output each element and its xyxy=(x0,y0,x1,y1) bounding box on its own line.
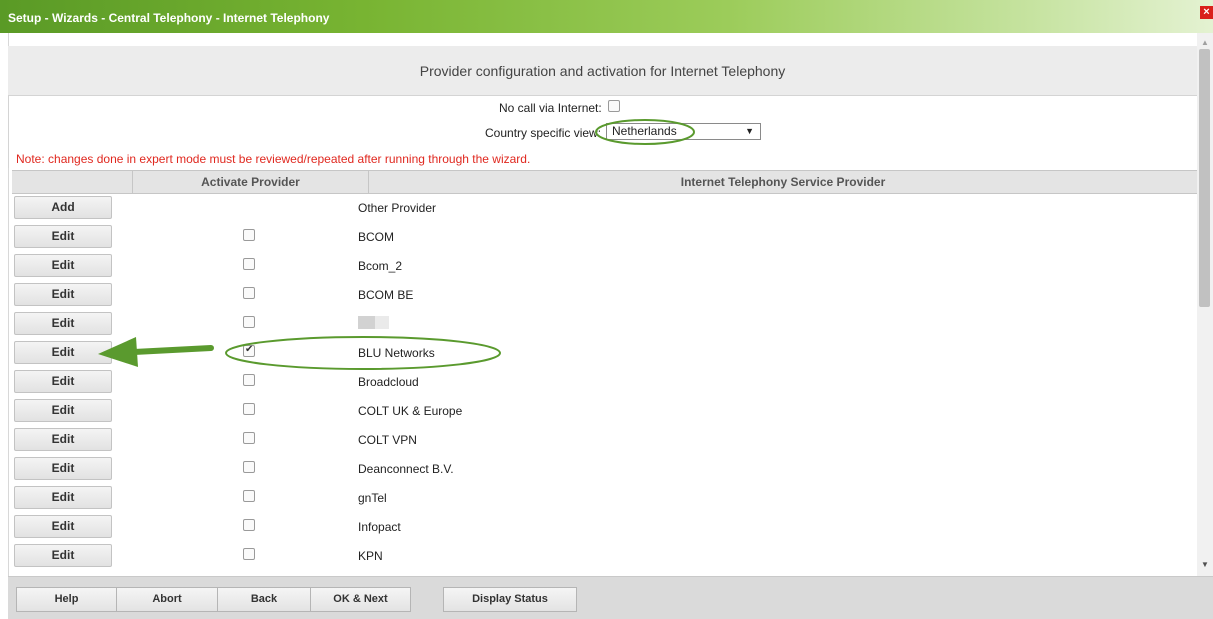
activate-provider-checkbox[interactable] xyxy=(243,403,255,415)
activate-provider-checkbox[interactable] xyxy=(243,316,255,328)
expert-mode-note: Note: changes done in expert mode must b… xyxy=(16,152,531,166)
provider-name: gnTel xyxy=(358,491,387,505)
provider-name: BCOM xyxy=(358,230,394,244)
table-row: Edit Broadcloud xyxy=(12,368,1197,397)
provider-name: COLT UK & Europe xyxy=(358,404,463,418)
country-select[interactable]: Netherlands ▼ xyxy=(606,123,761,140)
provider-name: COLT VPN xyxy=(358,433,417,447)
table-row: Add Other Provider xyxy=(12,194,1197,223)
abort-button[interactable]: Abort xyxy=(116,587,218,612)
provider-name: Other Provider xyxy=(358,201,437,215)
edit-provider-button[interactable]: Edit xyxy=(14,283,112,306)
header-activate-provider: Activate Provider xyxy=(132,171,368,193)
edit-provider-button[interactable]: Edit xyxy=(14,399,112,422)
footer-toolbar: Help Abort Back OK & Next Display Status xyxy=(8,576,1213,619)
provider-name: Bcom_2 xyxy=(358,259,403,273)
provider-name: BCOM BE xyxy=(358,288,414,302)
vertical-scrollbar[interactable]: ▲ ▼ xyxy=(1197,33,1213,576)
activate-provider-checkbox[interactable] xyxy=(243,287,255,299)
activate-provider-checkbox[interactable] xyxy=(243,548,255,560)
table-row: Edit BLU Networks xyxy=(12,339,1197,368)
header-service-provider: Internet Telephony Service Provider xyxy=(368,171,1197,193)
table-row: Edit Bcom_2 xyxy=(12,252,1197,281)
help-button[interactable]: Help xyxy=(16,587,117,612)
edit-provider-button[interactable]: Edit xyxy=(14,312,112,335)
close-icon[interactable]: × xyxy=(1200,6,1213,19)
activate-provider-checkbox[interactable] xyxy=(243,229,255,241)
activate-provider-checkbox[interactable] xyxy=(243,344,255,357)
window-title: Setup - Wizards - Central Telephony - In… xyxy=(8,11,330,25)
activate-provider-checkbox[interactable] xyxy=(243,258,255,270)
heading-band: Provider configuration and activation fo… xyxy=(8,46,1197,96)
table-row: Edit BCOM xyxy=(12,223,1197,252)
activate-provider-checkbox[interactable] xyxy=(243,432,255,444)
provider-name: Infopact xyxy=(358,520,401,534)
table-row: Edit Deanconnect B.V. xyxy=(12,455,1197,484)
title-bar: Setup - Wizards - Central Telephony - In… xyxy=(0,0,1213,33)
table-row: Edit Infopact xyxy=(12,513,1197,542)
chevron-down-icon: ▼ xyxy=(745,126,754,136)
activate-provider-checkbox[interactable] xyxy=(243,519,255,531)
edit-provider-button[interactable]: Edit xyxy=(14,544,112,567)
provider-name: KPN xyxy=(358,549,383,563)
activate-provider-checkbox[interactable] xyxy=(243,374,255,386)
table-row: Edit gnTel xyxy=(12,484,1197,513)
header-button-col xyxy=(12,171,132,193)
edit-provider-button[interactable]: Edit xyxy=(14,428,112,451)
edit-provider-button[interactable]: Edit xyxy=(14,486,112,509)
table-row: Edit COLT UK & Europe xyxy=(12,397,1197,426)
table-header: Activate Provider Internet Telephony Ser… xyxy=(12,170,1197,194)
page-title: Provider configuration and activation fo… xyxy=(419,63,786,79)
table-row: Edit BCOM BE xyxy=(12,281,1197,310)
country-select-value: Netherlands xyxy=(612,124,677,138)
back-button[interactable]: Back xyxy=(217,587,311,612)
edit-provider-button[interactable]: Edit xyxy=(14,225,112,248)
ok-next-button[interactable]: OK & Next xyxy=(310,587,411,612)
edit-provider-button[interactable]: Edit xyxy=(14,370,112,393)
country-label: Country specific view: xyxy=(485,126,602,140)
scrollbar-thumb[interactable] xyxy=(1199,49,1210,307)
provider-name: BLU Networks xyxy=(358,346,435,360)
display-status-button[interactable]: Display Status xyxy=(443,587,577,612)
provider-name: Deanconnect B.V. xyxy=(358,462,454,476)
scroll-up-icon[interactable]: ▲ xyxy=(1201,38,1209,47)
provider-name: Broadcloud xyxy=(358,375,419,389)
redacted-provider-name xyxy=(358,316,389,329)
scroll-down-icon[interactable]: ▼ xyxy=(1201,560,1209,569)
table-row: Edit KPN xyxy=(12,542,1197,571)
table-row: Edit xyxy=(12,310,1197,339)
activate-provider-checkbox[interactable] xyxy=(243,461,255,473)
edit-provider-button[interactable]: Edit xyxy=(14,457,112,480)
edit-provider-button[interactable]: Edit xyxy=(14,515,112,538)
no-call-checkbox[interactable] xyxy=(608,100,620,112)
edit-provider-button[interactable]: Edit xyxy=(14,254,112,277)
table-row: Edit COLT VPN xyxy=(12,426,1197,455)
edit-provider-button[interactable]: Edit xyxy=(14,341,112,364)
no-call-label: No call via Internet: xyxy=(499,101,602,115)
activate-provider-checkbox[interactable] xyxy=(243,490,255,502)
add-provider-button[interactable]: Add xyxy=(14,196,112,219)
